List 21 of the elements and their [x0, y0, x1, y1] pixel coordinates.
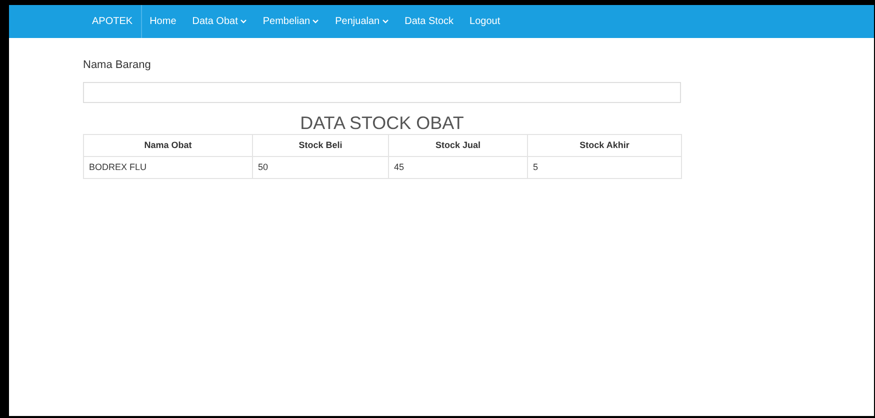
nav-link[interactable]: Home: [142, 5, 184, 38]
chevron-down-icon: [312, 19, 320, 24]
nav-link[interactable]: Logout: [462, 5, 508, 38]
table-cell: 5: [528, 156, 682, 178]
name-input-field[interactable]: [83, 82, 681, 103]
field-label: Nama Barang: [83, 58, 152, 72]
column-header: Nama Obat: [84, 134, 252, 156]
column-header: Stock Beli: [252, 134, 388, 156]
table-cell: 50: [252, 156, 388, 178]
table-title: DATA STOCK OBAT: [300, 112, 464, 134]
table-cell: 45: [388, 156, 528, 178]
brand-link[interactable]: APOTEK: [89, 5, 142, 38]
dropdown-menu-link[interactable]: Penjualan: [327, 5, 397, 38]
nav-link[interactable]: Data Stock: [396, 5, 462, 38]
chevron-down-icon: [240, 19, 247, 24]
column-header: Stock Akhir: [528, 134, 682, 156]
dropdown-menu-link[interactable]: Data Obat: [184, 5, 255, 38]
table-cell: BODREX FLU: [84, 156, 252, 178]
dropdown-menu-link[interactable]: Pembelian: [254, 5, 328, 38]
column-header: Stock Jual: [388, 134, 528, 156]
chevron-down-icon: [382, 19, 389, 24]
